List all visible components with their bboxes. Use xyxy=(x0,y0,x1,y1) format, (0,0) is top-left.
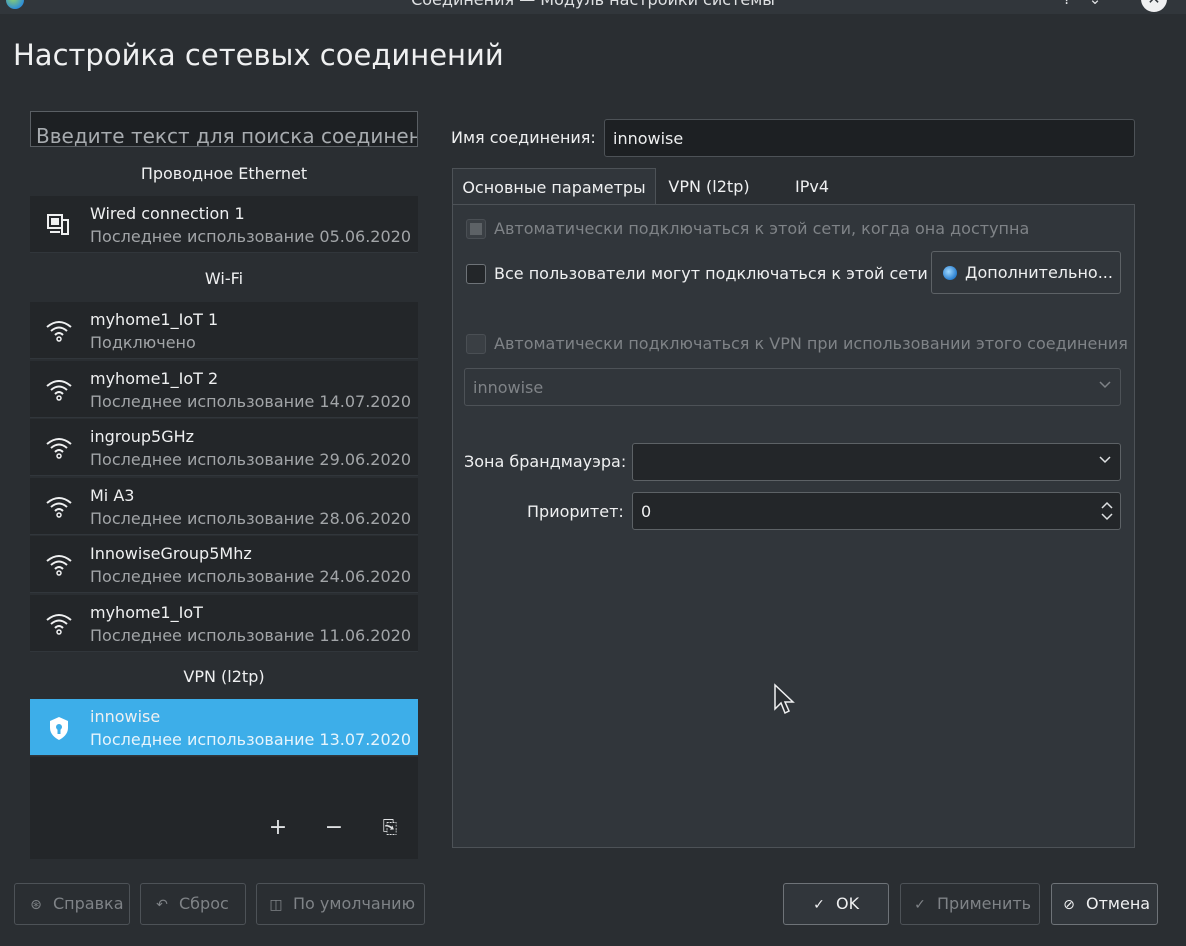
connection-name: innowise xyxy=(90,707,161,726)
chevron-down-icon xyxy=(1099,381,1111,389)
title-bar: Соединения — Модуль настройки системы ? … xyxy=(0,0,1186,14)
priority-label: Приоритет: xyxy=(527,502,624,521)
tab-vpn[interactable]: VPN (l2tp) xyxy=(657,168,761,205)
auto-connect-label: Автоматически подключаться к этой сети, … xyxy=(494,219,1030,238)
firewall-zone-select[interactable] xyxy=(632,443,1121,481)
connection-list-footer: + − ⎘ xyxy=(30,757,418,859)
connection-status: Последнее использование 11.06.2020 xyxy=(90,626,412,645)
connection-name: myhome1_IoT xyxy=(90,603,203,622)
connection-name: myhome1_IoT 2 xyxy=(90,369,219,388)
minimize-window-icon[interactable]: ⌃ xyxy=(1112,0,1134,10)
connection-item[interactable]: Mi A3 Последнее использование 28.06.2020 xyxy=(30,478,418,535)
add-connection-icon[interactable]: + xyxy=(263,813,293,843)
wired-network-icon xyxy=(47,214,69,235)
connection-name-input[interactable]: innowise xyxy=(604,119,1135,157)
help-button-label: Справка xyxy=(53,894,124,913)
connection-status: Последнее использование 05.06.2020 xyxy=(90,227,412,246)
help-window-icon[interactable]: ? xyxy=(1056,0,1078,10)
advanced-button[interactable]: Дополнительно... xyxy=(931,251,1121,294)
check-icon: ✓ xyxy=(813,897,825,913)
connection-name-label: Имя соединения: xyxy=(451,128,596,147)
connection-item[interactable]: myhome1_IoT 1 Подключено xyxy=(30,302,418,359)
reset-button-label: Сброс xyxy=(179,894,229,913)
page-title: Настройка сетевых соединений xyxy=(13,38,504,72)
auto-vpn-checkbox[interactable] xyxy=(466,334,486,354)
export-connection-icon[interactable]: ⎘ xyxy=(375,813,405,843)
check-icon: ✓ xyxy=(914,897,926,913)
advanced-globe-icon xyxy=(943,266,957,280)
connection-item[interactable]: ingroup5GHz Последнее использование 29.06… xyxy=(30,419,418,476)
connection-status: Последнее использование 28.06.2020 xyxy=(90,509,412,528)
wifi-icon xyxy=(46,497,72,518)
window-title: Соединения — Модуль настройки системы xyxy=(0,0,1186,9)
defaults-icon: ◫ xyxy=(269,897,283,913)
connection-status: Последнее использование 13.07.2020 xyxy=(90,730,412,749)
section-header-wifi: Wi-Fi xyxy=(204,269,244,288)
wifi-icon xyxy=(46,321,72,342)
defaults-button-label: По умолчанию xyxy=(293,894,416,913)
section-header-ethernet: Проводное Ethernet xyxy=(140,164,308,183)
search-input[interactable]: Введите текст для поиска соединен xyxy=(30,111,418,147)
ok-button-label: OK xyxy=(836,894,860,913)
vpn-select-value: innowise xyxy=(473,378,544,397)
cancel-button[interactable]: ⊘ Отмена xyxy=(1051,883,1158,925)
connection-status: Подключено xyxy=(90,333,196,352)
section-header-vpn: VPN (l2tp) xyxy=(183,667,265,686)
apply-button-label: Применить xyxy=(937,894,1032,913)
wifi-icon xyxy=(46,380,72,401)
vpn-shield-icon xyxy=(50,717,68,740)
wifi-icon xyxy=(46,438,72,459)
reset-button[interactable]: ↶ Сброс xyxy=(140,883,246,925)
wifi-icon xyxy=(46,555,72,576)
tab-general[interactable]: Основные параметры xyxy=(452,168,656,205)
advanced-button-label: Дополнительно... xyxy=(965,263,1113,282)
connection-name: Wired connection 1 xyxy=(90,204,245,223)
connection-name: Mi A3 xyxy=(90,486,135,505)
defaults-button[interactable]: ◫ По умолчанию xyxy=(256,883,425,925)
firewall-zone-label: Зона брандмауэра: xyxy=(464,452,627,471)
auto-vpn-label: Автоматически подключаться к VPN при исп… xyxy=(494,334,1128,353)
connection-name: ingroup5GHz xyxy=(90,427,195,446)
connection-status: Последнее использование 14.07.2020 xyxy=(90,392,412,411)
reset-icon: ↶ xyxy=(156,897,168,913)
help-icon: ⊛ xyxy=(30,897,42,913)
connection-item[interactable]: myhome1_IoT 2 Последнее использование 14.… xyxy=(30,361,418,418)
vpn-select[interactable]: innowise xyxy=(464,368,1121,406)
mouse-cursor-icon xyxy=(774,683,795,715)
chevron-down-icon xyxy=(1099,456,1111,464)
auto-connect-checkbox[interactable] xyxy=(466,219,486,239)
ok-button[interactable]: ✓ OK xyxy=(783,883,889,925)
remove-connection-icon[interactable]: − xyxy=(319,813,349,843)
connection-item-selected[interactable]: innowise Последнее использование 13.07.2… xyxy=(30,699,418,756)
apply-button[interactable]: ✓ Применить xyxy=(900,883,1040,925)
connection-item[interactable]: myhome1_IoT Последнее использование 11.06… xyxy=(30,595,418,652)
priority-value: 0 xyxy=(641,502,652,521)
all-users-checkbox[interactable] xyxy=(466,264,486,284)
cancel-button-label: Отмена xyxy=(1086,894,1151,913)
connection-name: InnowiseGroup5Mhz xyxy=(90,544,252,563)
connection-status: Последнее использование 29.06.2020 xyxy=(90,450,412,469)
spin-arrows-icon[interactable] xyxy=(1100,499,1114,523)
connection-item[interactable]: Wired connection 1 Последнее использован… xyxy=(30,196,418,253)
connection-name: myhome1_IoT 1 xyxy=(90,310,219,329)
connection-item[interactable]: InnowiseGroup5Mhz Последнее использование… xyxy=(30,536,418,593)
wifi-icon xyxy=(46,614,72,635)
cancel-icon: ⊘ xyxy=(1063,897,1075,913)
connection-status: Последнее использование 24.06.2020 xyxy=(90,567,412,586)
tab-ipv4[interactable]: IPv4 xyxy=(762,168,862,205)
all-users-label: Все пользователи могут подключаться к эт… xyxy=(494,264,928,283)
help-button[interactable]: ⊛ Справка xyxy=(14,883,130,925)
priority-spinbox[interactable]: 0 xyxy=(632,492,1121,530)
close-window-icon[interactable]: ✕ xyxy=(1141,0,1167,12)
status-strip xyxy=(0,936,1186,946)
shade-window-icon[interactable]: ⌄ xyxy=(1084,0,1106,10)
